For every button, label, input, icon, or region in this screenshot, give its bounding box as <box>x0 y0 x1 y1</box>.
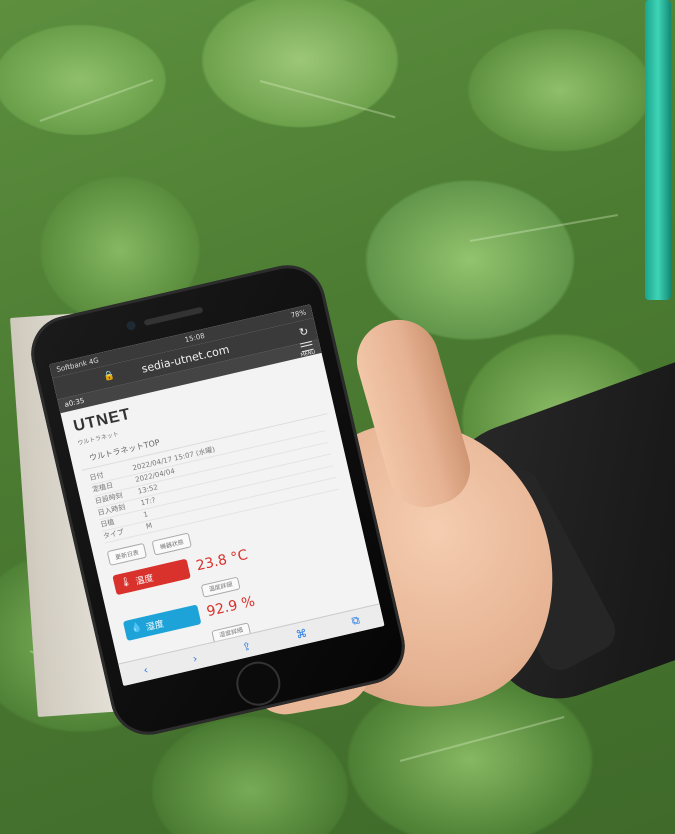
reload-icon[interactable]: ↻ <box>298 324 310 339</box>
leaf-vein <box>399 716 565 762</box>
front-camera-icon <box>125 320 137 331</box>
back-icon[interactable]: ‹ <box>142 663 149 677</box>
irrigation-pipe <box>645 0 671 300</box>
tabs-icon[interactable]: ⧉ <box>350 613 361 628</box>
humidity-label: 湿度 <box>145 619 165 633</box>
leaf-vein <box>469 213 618 242</box>
home-button[interactable] <box>231 657 285 711</box>
share-icon[interactable]: ⇪ <box>241 639 253 654</box>
lock-icon: 🔒 <box>102 370 116 383</box>
thermometer-icon: 🌡 <box>119 576 133 589</box>
leaf-vein <box>39 79 154 122</box>
bookmarks-icon[interactable]: ⌘ <box>295 626 309 641</box>
phone-screen: Softbank 4G 15:08 78% 🔒 sedia-utnet.com … <box>49 304 385 687</box>
info-value: M <box>145 521 153 531</box>
info-value: 1 <box>142 510 149 520</box>
battery-label: 78% <box>289 308 307 320</box>
photo-scene: Softbank 4G 15:08 78% 🔒 sedia-utnet.com … <box>0 0 675 834</box>
humidity-badge[interactable]: 💧 湿度 <box>122 604 202 641</box>
temperature-label: 温度 <box>134 573 155 587</box>
earpiece-speaker <box>143 306 204 326</box>
droplet-icon: 💧 <box>129 622 144 635</box>
leaf-vein <box>259 80 396 119</box>
forward-icon[interactable]: › <box>191 651 198 665</box>
